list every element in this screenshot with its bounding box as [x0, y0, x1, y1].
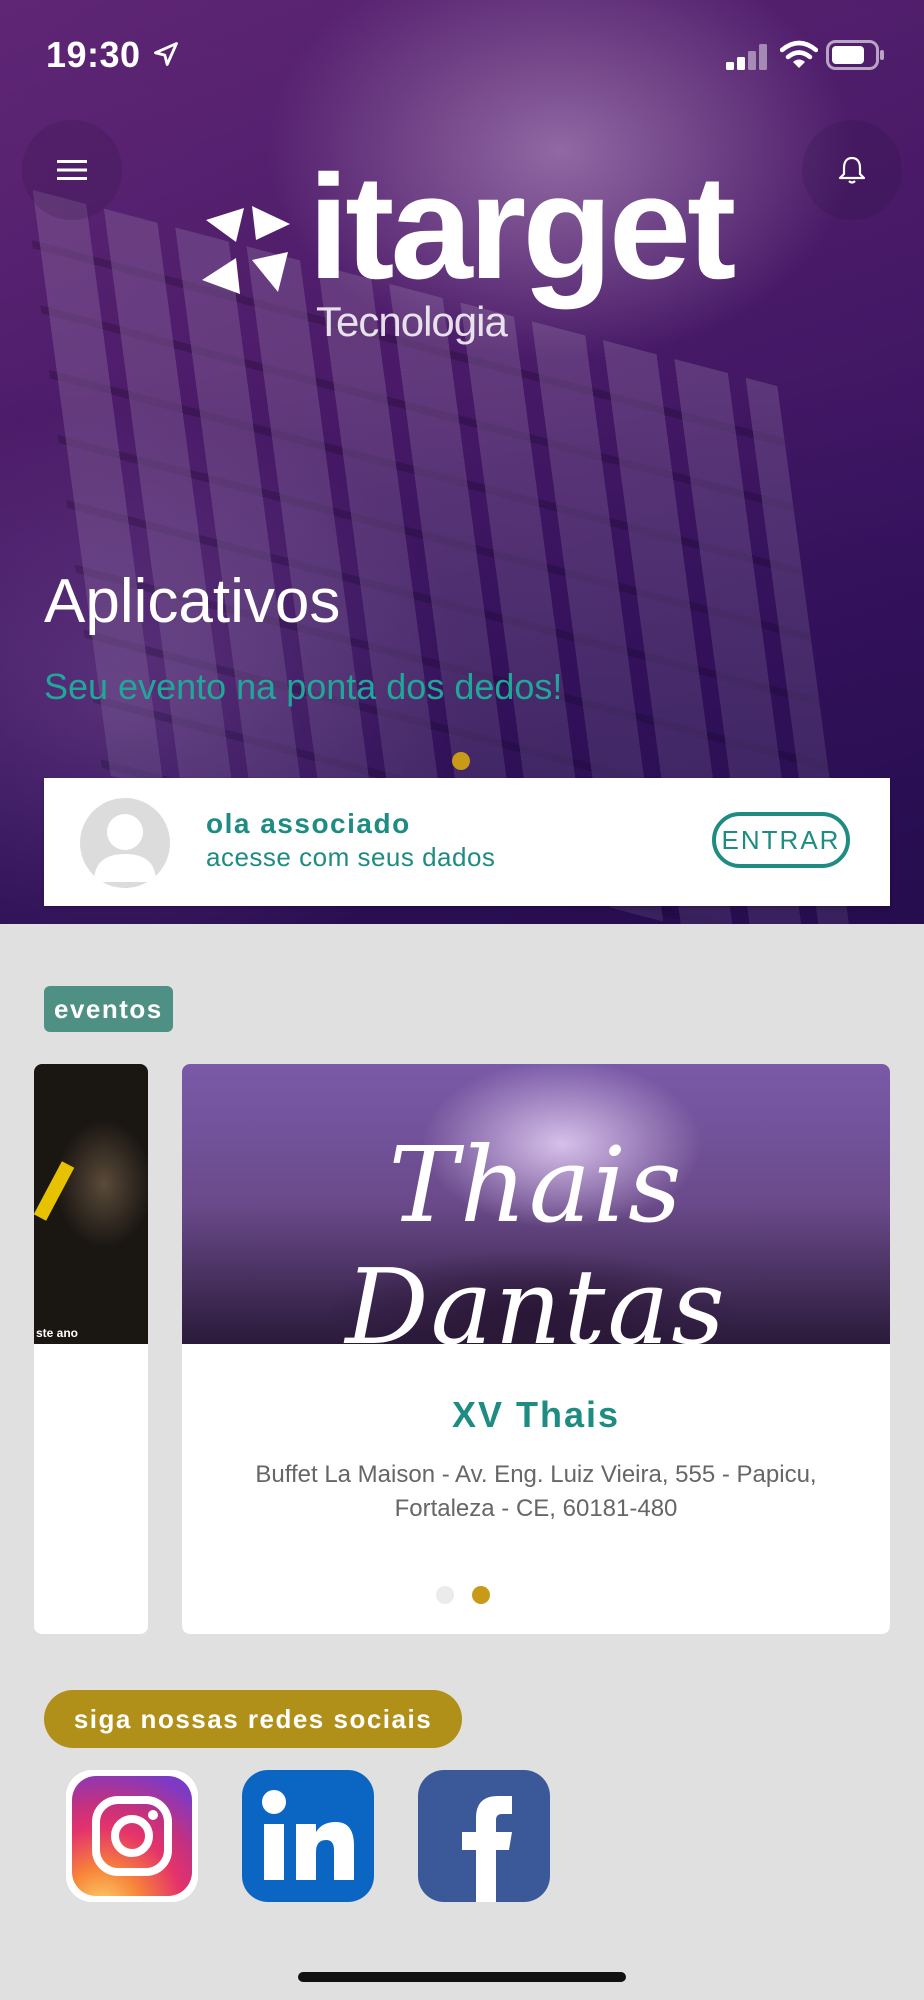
event-card-previous-image: ste ano — [34, 1064, 148, 1344]
notifications-button[interactable] — [802, 120, 902, 220]
hero-pager-dot[interactable] — [452, 752, 470, 770]
home-indicator[interactable] — [298, 1972, 626, 1982]
wifi-icon — [780, 40, 818, 68]
user-placeholder-icon — [94, 814, 156, 882]
event-title: XV Thais — [451, 1394, 621, 1435]
hero-subtitle: Seu evento na ponta dos dedos! — [44, 666, 563, 707]
brand-subtitle: Tecnologia — [316, 298, 508, 345]
event-pager — [182, 1586, 890, 1604]
event-card-previous-caption: ste ano — [36, 1326, 79, 1340]
login-greeting: ola associado — [206, 808, 411, 839]
login-card[interactable]: ola associado acesse com seus dados ENTR… — [44, 778, 890, 906]
login-subtext: acesse com seus dados — [206, 842, 496, 872]
event-card-previous[interactable]: ste ano — [34, 1064, 148, 1634]
social-section-label: siga nossas redes sociais — [44, 1690, 462, 1748]
event-image-title: Thais Dantas — [345, 1124, 727, 1368]
facebook-button[interactable] — [418, 1770, 550, 1902]
event-pager-dot-1[interactable] — [436, 1586, 454, 1604]
instagram-button[interactable] — [66, 1770, 198, 1902]
menu-icon — [57, 160, 87, 180]
linkedin-icon — [262, 1790, 354, 1880]
location-arrow-icon — [154, 42, 178, 66]
facebook-icon — [462, 1796, 512, 1902]
events-section-label: eventos — [44, 986, 173, 1032]
instagram-icon — [92, 1796, 172, 1876]
avatar — [80, 798, 170, 888]
bell-icon — [838, 156, 866, 184]
event-card[interactable]: Thais Dantas XV Thais Buffet La Maison -… — [182, 1064, 890, 1634]
linkedin-button[interactable] — [242, 1770, 374, 1902]
hero-title: Aplicativos — [44, 567, 341, 636]
menu-button[interactable] — [22, 120, 122, 220]
battery-icon — [826, 40, 884, 70]
cellular-signal-icon — [726, 44, 767, 70]
event-card-image: Thais Dantas — [182, 1064, 890, 1368]
event-address: Buffet La Maison - Av. Eng. Luiz Vieira,… — [255, 1461, 817, 1522]
brand-logo: itarget Tecnologia — [196, 154, 736, 350]
brand-name: itarget — [308, 145, 736, 310]
event-pager-dot-2-active[interactable] — [472, 1586, 490, 1604]
status-bar: 19:30 — [0, 0, 924, 110]
itarget-logo-mark-icon — [202, 206, 290, 294]
status-time: 19:30 — [46, 34, 141, 75]
enter-button[interactable]: ENTRAR — [712, 812, 850, 868]
